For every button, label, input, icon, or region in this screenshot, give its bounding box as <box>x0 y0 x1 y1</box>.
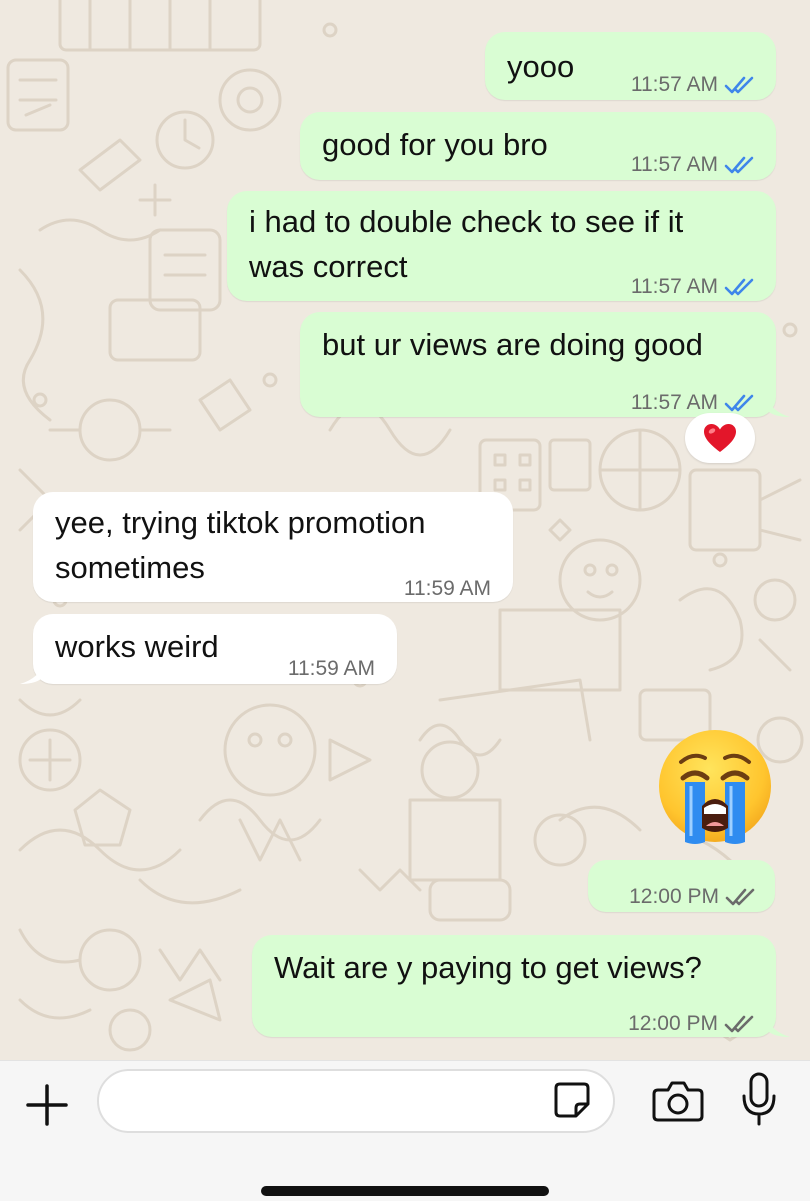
message-time: 11:57 AM <box>630 73 718 96</box>
outgoing-message-status[interactable]: 12:00 PM <box>588 860 775 912</box>
incoming-message[interactable]: works weird 11:59 AM <box>33 614 397 684</box>
outgoing-message[interactable]: i had to double check to see if it was c… <box>227 191 776 301</box>
message-meta: 12:00 PM <box>628 1001 756 1046</box>
message-meta: 11:59 AM <box>404 566 491 611</box>
heart-icon <box>704 424 736 452</box>
delivered-receipt-icon <box>724 1015 754 1032</box>
incoming-message[interactable]: yee, trying tiktok promotion sometimes 1… <box>33 492 513 602</box>
message-time: 11:59 AM <box>287 657 375 680</box>
message-meta: 11:57 AM <box>631 142 756 187</box>
message-time: 12:00 PM <box>628 1012 718 1035</box>
message-meta: 11:57 AM <box>631 62 756 107</box>
bubble-tail <box>766 1015 790 1037</box>
message-time: 11:57 AM <box>630 275 718 298</box>
message-meta: 12:00 PM <box>629 874 757 919</box>
plus-icon[interactable] <box>24 1082 70 1128</box>
message-text: works weird <box>55 629 219 664</box>
message-meta: 11:57 AM <box>631 264 756 309</box>
bubble-tail <box>20 662 44 684</box>
message-reaction[interactable] <box>685 413 755 463</box>
message-text: but ur views are doing good <box>322 327 703 362</box>
message-text: yooo <box>507 49 575 84</box>
home-indicator[interactable] <box>261 1186 549 1196</box>
message-time: 11:57 AM <box>630 153 718 176</box>
message-text-line: i had to double check to see if it <box>249 204 684 239</box>
outgoing-message[interactable]: yooo 11:57 AM <box>485 32 776 100</box>
read-receipt-icon <box>724 76 754 93</box>
sticker-icon[interactable] <box>552 1080 592 1120</box>
message-text-line: was correct <box>249 249 408 284</box>
microphone-icon[interactable] <box>740 1072 778 1126</box>
outgoing-message[interactable]: good for you bro 11:57 AM <box>300 112 776 180</box>
message-meta: 11:59 AM <box>288 646 375 691</box>
outgoing-message[interactable]: but ur views are doing good 11:57 AM <box>300 312 776 417</box>
camera-icon[interactable] <box>652 1078 704 1122</box>
bubble-tail <box>766 395 790 417</box>
outgoing-message[interactable]: Wait are y paying to get views? 12:00 PM <box>252 935 776 1037</box>
message-time: 11:59 AM <box>403 577 491 600</box>
message-input[interactable] <box>97 1069 615 1133</box>
message-text: good for you bro <box>322 127 548 162</box>
message-time: 12:00 PM <box>629 885 719 908</box>
message-text: Wait are y paying to get views? <box>274 950 702 985</box>
chat-thread: yooo 11:57 AM good for you bro 11:57 AM … <box>0 0 810 1060</box>
read-receipt-icon <box>724 394 754 411</box>
loudly-crying-face-emoji[interactable] <box>655 728 775 846</box>
message-text-line: sometimes <box>55 550 205 585</box>
read-receipt-icon <box>724 156 754 173</box>
read-receipt-icon <box>724 278 754 295</box>
delivered-receipt-icon <box>725 888 755 905</box>
message-text-line: yee, trying tiktok promotion <box>55 505 426 540</box>
